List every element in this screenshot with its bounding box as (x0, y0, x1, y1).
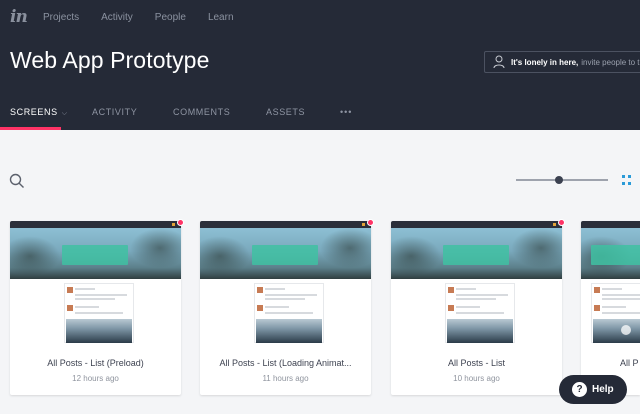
screen-name[interactable]: All Posts - List (391, 358, 562, 368)
screen-name[interactable]: All Posts - List (Loading Animat... (200, 358, 371, 368)
screen-card[interactable]: All P (581, 221, 640, 395)
help-label: Help (592, 384, 614, 395)
invite-weak-text: invite people to the pr (581, 57, 640, 67)
invite-strong-text: It's lonely in here, (511, 57, 579, 67)
screen-card[interactable]: All Posts - List (Loading Animat... 11 h… (200, 221, 371, 395)
invision-logo[interactable]: in (10, 7, 28, 27)
search-icon[interactable] (9, 173, 25, 189)
unread-indicator (177, 219, 184, 226)
top-nav: Projects Activity People Learn (43, 12, 256, 23)
tab-comments[interactable]: Comments (173, 107, 230, 117)
screen-name[interactable]: All Posts - List (Preload) (10, 358, 181, 368)
screen-thumbnail[interactable] (10, 221, 181, 343)
chevron-down-icon: ⌵ (61, 110, 68, 117)
tab-screens[interactable]: Screens ⌵ (10, 107, 68, 118)
tab-assets[interactable]: Assets (266, 107, 305, 117)
screen-thumbnail[interactable] (200, 221, 371, 343)
tab-activity[interactable]: Activity (92, 107, 137, 117)
active-tab-indicator (0, 127, 61, 130)
screen-timestamp: 10 hours ago (453, 374, 500, 383)
screen-timestamp: 11 hours ago (262, 374, 309, 383)
project-tabs: Screens ⌵ Activity Comments Assets ••• (0, 100, 640, 130)
nav-learn[interactable]: Learn (208, 12, 234, 23)
nav-projects[interactable]: Projects (43, 12, 79, 23)
app-header: in Projects Activity People Learn Web Ap… (0, 0, 640, 130)
screen-card[interactable]: All Posts - List 10 hours ago (391, 221, 562, 395)
screen-thumbnail[interactable] (391, 221, 562, 343)
help-button[interactable]: ? Help (559, 375, 627, 404)
unread-indicator (558, 219, 565, 226)
unread-indicator (367, 219, 374, 226)
tab-screens-label: Screens (10, 107, 58, 117)
zoom-slider-handle[interactable] (555, 176, 564, 184)
screen-card[interactable]: All Posts - List (Preload) 12 hours ago (10, 221, 181, 395)
screen-thumbnail[interactable] (581, 221, 640, 343)
grid-view-icon[interactable] (622, 175, 632, 185)
invite-people-button[interactable]: It's lonely in here, invite people to th… (484, 51, 640, 73)
nav-activity[interactable]: Activity (101, 12, 133, 23)
page-title: Web App Prototype (10, 47, 210, 73)
nav-people[interactable]: People (155, 12, 186, 23)
screen-name[interactable]: All P (620, 358, 639, 368)
add-person-icon (493, 55, 505, 69)
screen-timestamp: 12 hours ago (72, 374, 119, 383)
more-tabs-button[interactable]: ••• (340, 107, 352, 117)
question-mark-icon: ? (572, 382, 587, 397)
